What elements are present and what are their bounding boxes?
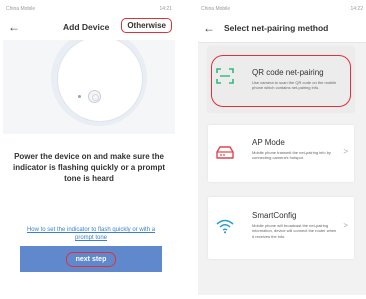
- device-face: [57, 40, 143, 122]
- method-card-smartconfig[interactable]: SmartConfig Mobile phone will broadcast …: [208, 197, 354, 259]
- net-pairing-screen: China Mobile 14:22 ← Select net-pairing …: [198, 4, 366, 295]
- method-title: AP Mode: [252, 138, 285, 147]
- method-card-qr[interactable]: QR code net-pairing Use camera to scan t…: [208, 47, 354, 112]
- carrier-label: China Mobile: [201, 6, 231, 12]
- status-bar: China Mobile 14:22: [198, 4, 366, 14]
- chevron-right-icon: >: [343, 221, 348, 230]
- reset-button-icon: [88, 90, 101, 103]
- indicator-light-icon: [78, 95, 81, 98]
- back-arrow-icon[interactable]: ←: [198, 22, 220, 34]
- back-arrow-icon[interactable]: ←: [3, 21, 25, 33]
- page-title: Select net-pairing method: [224, 23, 329, 33]
- next-step-bar[interactable]: next step: [20, 246, 162, 272]
- status-time: 14:21: [159, 6, 172, 12]
- method-title: SmartConfig: [252, 211, 297, 220]
- page-title: Add Device: [63, 22, 110, 32]
- method-card-ap[interactable]: AP Mode Mobile phone transmit the net-pa…: [208, 125, 354, 182]
- carrier-label: China Mobile: [6, 6, 36, 12]
- router-icon: [216, 146, 234, 159]
- next-step-button[interactable]: next step: [65, 251, 117, 267]
- method-description: Mobile phone transmit the net-pairing in…: [252, 150, 331, 161]
- instruction-text: Power the device on and make sure the in…: [12, 152, 166, 183]
- wifi-icon: [216, 219, 234, 234]
- qr-scan-icon: [216, 68, 234, 84]
- help-link[interactable]: How to set the indicator to flash quickl…: [19, 226, 163, 243]
- otherwise-button[interactable]: Otherwise: [121, 18, 172, 33]
- method-description: Use camera to scan the QR code on the mo…: [252, 80, 337, 91]
- status-bar: China Mobile 14:21: [3, 4, 175, 14]
- header-bar: ← Select net-pairing method: [198, 14, 366, 43]
- add-device-screen: China Mobile 14:21 ← Add Device Otherwis…: [3, 4, 175, 295]
- status-time: 14:22: [350, 6, 363, 12]
- method-title: QR code net-pairing: [252, 68, 324, 77]
- method-description: Mobile phone will broadcast the net-pair…: [252, 223, 337, 239]
- header-bar: ← Add Device Otherwise: [3, 14, 175, 40]
- device-illustration: [3, 40, 175, 134]
- chevron-right-icon: >: [343, 147, 348, 156]
